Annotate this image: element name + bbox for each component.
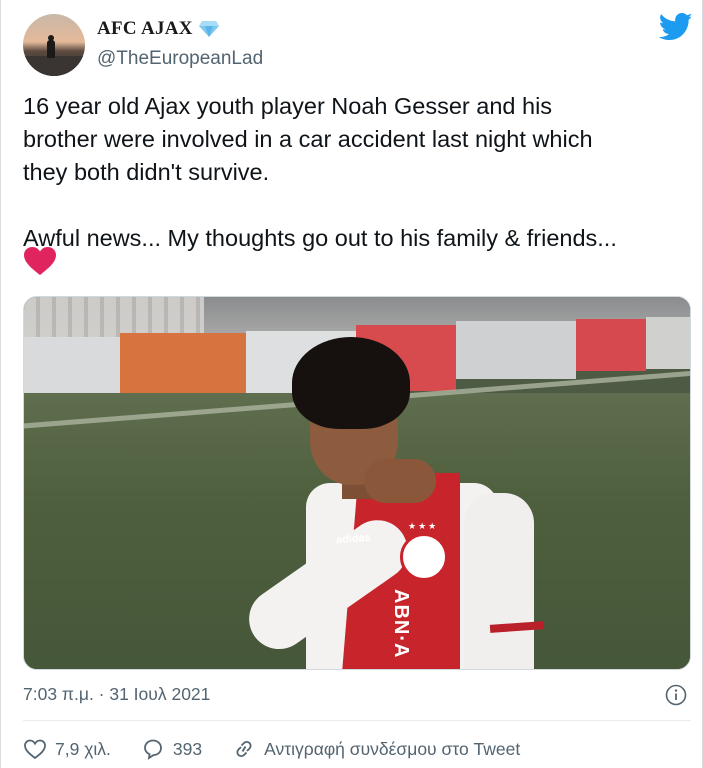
jersey-stars: ★★★ <box>408 521 439 531</box>
divider <box>23 720 691 721</box>
user-handle[interactable]: @TheEuropeanLad <box>97 48 263 70</box>
like-count: 7,9 χιλ. <box>55 738 111 759</box>
tweet-text: 16 year old Ajax youth player Noah Gesse… <box>23 93 617 251</box>
like-button[interactable]: 7,9 χιλ. <box>23 738 111 760</box>
heart-outline-icon <box>24 739 46 760</box>
reply-count: 393 <box>172 738 203 759</box>
twitter-bird-icon[interactable] <box>659 12 693 42</box>
diamond-icon <box>198 21 219 37</box>
jersey-brand: adidas <box>335 531 372 547</box>
tweet-card: AFC AJAX @TheEuropeanLad 16 year old Aja… <box>0 0 703 768</box>
display-name[interactable]: AFC AJAX <box>97 18 219 40</box>
speech-bubble-icon <box>143 739 162 760</box>
action-bar: 7,9 χιλ. 393 Αντιγραφή συνδέσμου στο Twe… <box>23 736 550 762</box>
club-crest <box>400 533 448 581</box>
link-icon <box>236 740 252 758</box>
tweet-photo[interactable]: ★★★ adidas ABN·A <box>23 296 691 670</box>
tweet-timestamp[interactable]: 7:03 π.μ. · 31 Ιουλ 2021 <box>23 684 210 705</box>
reply-button[interactable]: 393 <box>141 738 202 760</box>
copy-link-button[interactable]: Αντιγραφή συνδέσμου στο Tweet <box>232 738 520 760</box>
display-name-text: AFC AJAX <box>97 18 193 39</box>
copy-link-label: Αντιγραφή συνδέσμου στο Tweet <box>264 738 521 759</box>
jersey-sponsor: ABN·A <box>390 589 412 659</box>
avatar[interactable] <box>23 14 85 76</box>
red-heart-icon <box>24 247 56 275</box>
info-icon[interactable] <box>665 684 687 706</box>
